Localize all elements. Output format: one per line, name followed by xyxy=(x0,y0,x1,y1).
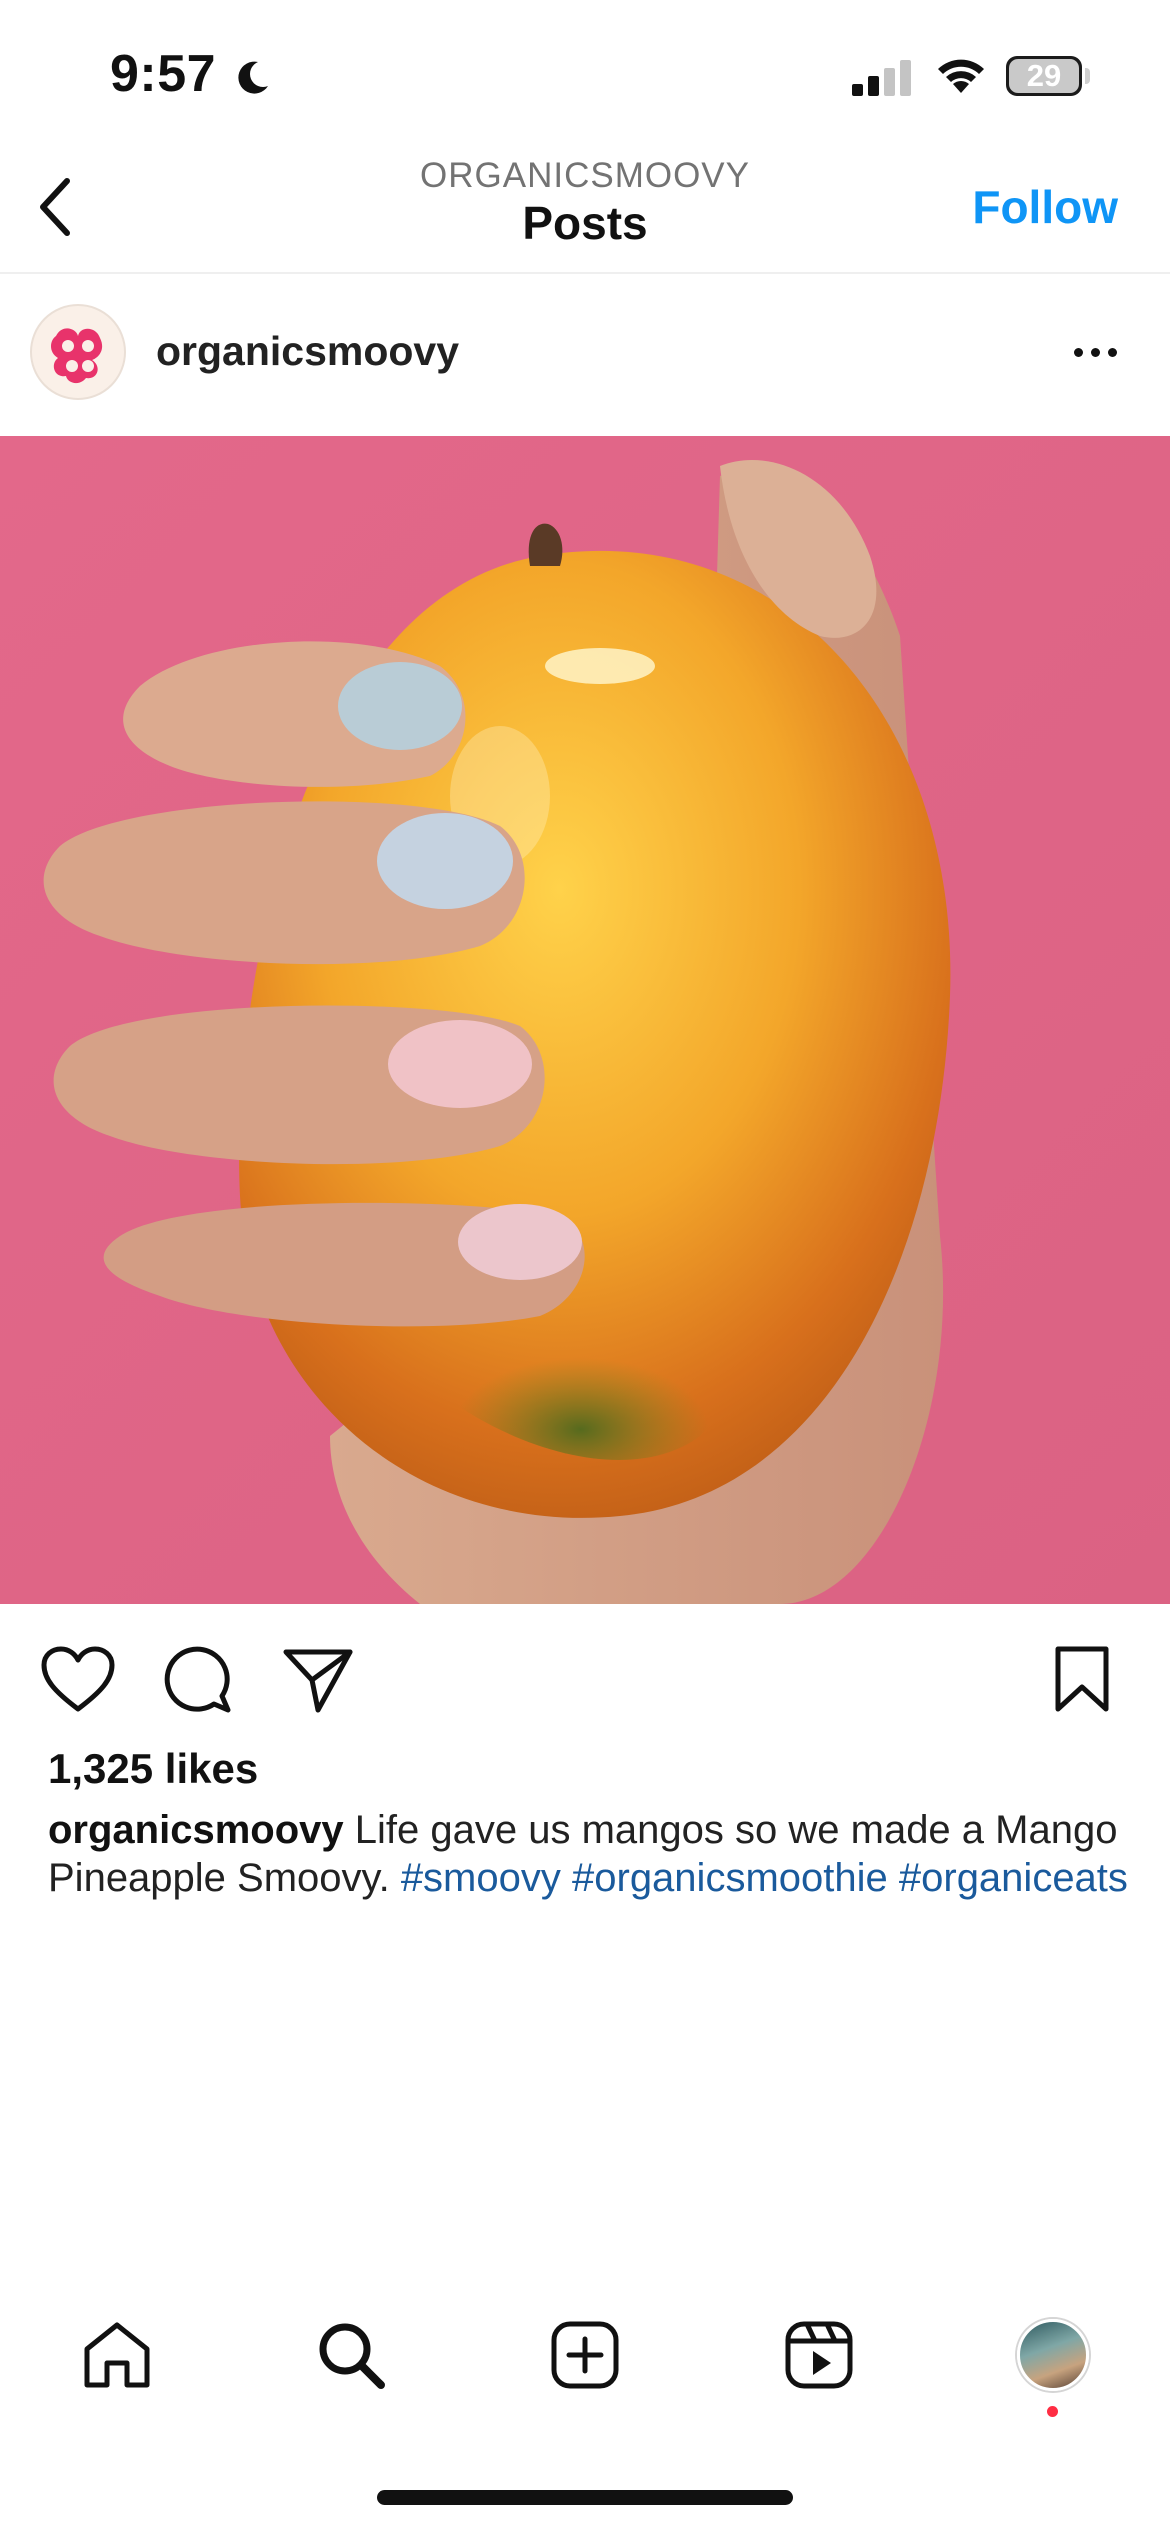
comment-icon xyxy=(164,1646,231,1713)
account-avatar[interactable] xyxy=(30,304,126,400)
profile-avatar xyxy=(1017,2319,1089,2391)
tab-home[interactable] xyxy=(72,2310,162,2400)
tab-create[interactable] xyxy=(540,2310,630,2400)
more-options-button[interactable] xyxy=(1060,332,1130,372)
like-button[interactable] xyxy=(38,1640,118,1720)
post-header: organicsmoovy xyxy=(0,276,1170,436)
notification-dot xyxy=(1047,2406,1058,2417)
share-icon xyxy=(283,1649,353,1713)
post-actions xyxy=(0,1610,1170,1740)
create-icon xyxy=(551,2321,619,2389)
save-button[interactable] xyxy=(1042,1640,1122,1720)
hashtag-link[interactable]: #organicsmoothie xyxy=(572,1856,888,1900)
smoovy-logo-icon xyxy=(34,308,122,396)
tab-search[interactable] xyxy=(306,2310,396,2400)
caption-username[interactable]: organicsmoovy xyxy=(48,1808,344,1852)
battery-percent: 29 xyxy=(1026,58,1062,93)
post-caption: organicsmoovy Life gave us mangos so we … xyxy=(48,1806,1128,1902)
mango-hand-illustration xyxy=(0,436,1170,1604)
post-username[interactable]: organicsmoovy xyxy=(156,328,459,375)
home-indicator[interactable] xyxy=(377,2490,793,2505)
more-dot-icon xyxy=(1090,347,1100,357)
bottom-tab-bar xyxy=(0,2300,1170,2410)
tab-profile[interactable] xyxy=(1008,2310,1098,2400)
share-button[interactable] xyxy=(278,1640,358,1720)
battery-tip xyxy=(1085,68,1090,84)
heart-icon xyxy=(41,1646,115,1712)
signal-icon xyxy=(852,60,911,96)
moon-icon xyxy=(238,61,268,94)
likes-count[interactable]: 1,325 likes xyxy=(48,1745,258,1793)
battery-icon: 29 xyxy=(1006,56,1082,96)
search-icon xyxy=(319,2323,385,2389)
comment-button[interactable] xyxy=(158,1640,238,1720)
more-dot-icon xyxy=(1073,347,1083,357)
bookmark-icon xyxy=(1055,1646,1109,1712)
more-dot-icon xyxy=(1107,347,1117,357)
follow-button[interactable]: Follow xyxy=(972,180,1118,234)
home-icon xyxy=(84,2322,150,2388)
reels-icon xyxy=(785,2321,853,2389)
hashtag-link[interactable]: #smoovy xyxy=(401,1856,561,1900)
posts-header: ORGANICSMOOVY Posts Follow xyxy=(0,150,1170,274)
post-image[interactable] xyxy=(0,436,1170,1604)
wifi-icon xyxy=(938,59,984,93)
status-time: 9:57 xyxy=(110,45,217,103)
tab-reels[interactable] xyxy=(774,2310,864,2400)
hashtag-link[interactable]: #organiceats xyxy=(899,1856,1128,1900)
status-bar: 9:57 29 xyxy=(0,0,1170,150)
